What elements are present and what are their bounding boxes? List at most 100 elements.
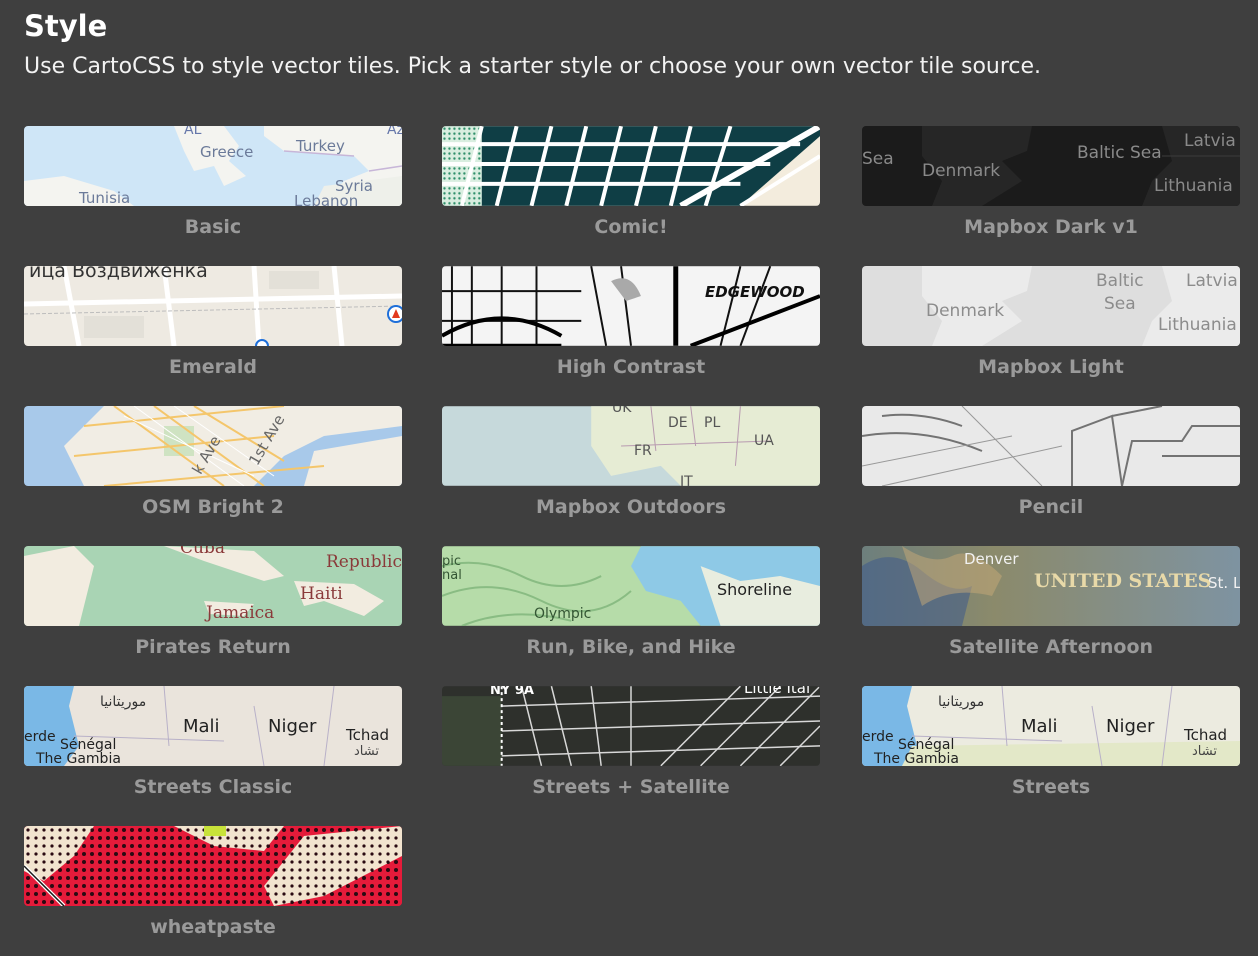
map-label: Greece — [200, 143, 254, 161]
map-label: Mali — [1021, 716, 1058, 737]
map-label: Az — [387, 126, 402, 138]
style-tile-streets-satellite[interactable]: NY 9A Little Ital Streets + Satellite — [442, 686, 820, 806]
style-thumbnail-comic[interactable] — [442, 126, 820, 206]
map-label: موريتانيا — [938, 694, 985, 710]
map-label: Lithuania — [1154, 176, 1233, 196]
style-thumbnail-satellite-afternoon[interactable]: Denver UNITED STATES St. Lo — [862, 546, 1240, 626]
style-tile-satellite-afternoon[interactable]: Denver UNITED STATES St. Lo Satellite Af… — [862, 546, 1240, 666]
map-label: Sea — [862, 149, 894, 169]
map-label: Lebanon — [294, 192, 359, 206]
style-tile-streets-classic[interactable]: موريتانيا Mali Niger Tchad تشاد erde Sén… — [24, 686, 402, 806]
style-tile-pirates-return[interactable]: Cuba Republic Haiti Jamaica Pirates Retu… — [24, 546, 402, 666]
map-label: NY 9A — [490, 686, 534, 698]
map-label: erde — [862, 729, 894, 745]
wheatpaste-map-preview — [24, 826, 402, 906]
map-label: Jamaica — [206, 603, 275, 623]
map-label: DE — [668, 415, 688, 431]
style-thumbnail-basic[interactable]: AL Greece Turkey Syria Tunisia Lebanon A… — [24, 126, 402, 206]
style-thumbnail-streets[interactable]: موريتانيا Mali Niger Tchad تشاد erde Sén… — [862, 686, 1240, 766]
map-label: IT — [680, 474, 693, 486]
map-label: Republic — [326, 552, 402, 572]
map-label: Tunisia — [79, 189, 131, 206]
map-label: UK — [612, 406, 632, 416]
style-thumbnail-wheatpaste[interactable] — [24, 826, 402, 906]
style-name: Run, Bike, and Hike — [526, 636, 736, 658]
style-thumbnail-streets-classic[interactable]: موريتانيا Mali Niger Tchad تشاد erde Sén… — [24, 686, 402, 766]
map-label: St. Lo — [1208, 574, 1240, 592]
map-label: Tchad — [346, 726, 390, 744]
map-label: EDGEWOOD — [705, 283, 805, 301]
style-tile-streets[interactable]: موريتانيا Mali Niger Tchad تشاد erde Sén… — [862, 686, 1240, 806]
style-tile-run-bike-hike[interactable]: Shoreline Olympic pic nal Run, Bike, and… — [442, 546, 820, 666]
style-tile-pencil[interactable]: Pencil — [862, 406, 1240, 526]
map-label: erde — [24, 729, 56, 745]
style-thumbnail-mapbox-dark-v1[interactable]: Sea Denmark Baltic Sea Latvia Lithuania — [862, 126, 1240, 206]
map-label: Niger — [1106, 716, 1155, 737]
style-name: Streets + Satellite — [532, 776, 730, 798]
map-label: AL — [184, 126, 202, 138]
style-tile-osm-bright-2[interactable]: 1st Ave k Ave OSM Bright 2 — [24, 406, 402, 526]
style-thumbnail-streets-satellite[interactable]: NY 9A Little Ital — [442, 686, 820, 766]
style-thumbnail-high-contrast[interactable]: EDGEWOOD — [442, 266, 820, 346]
style-name: Basic — [184, 216, 242, 238]
map-label: Shoreline — [717, 580, 793, 599]
style-name: Emerald — [169, 356, 257, 378]
style-name: Mapbox Dark v1 — [964, 216, 1138, 238]
map-label: Olympic — [534, 606, 592, 622]
map-label: Sea — [1104, 294, 1136, 314]
streets-satellite-map-preview — [442, 686, 820, 766]
style-tile-basic[interactable]: AL Greece Turkey Syria Tunisia Lebanon A… — [24, 126, 402, 246]
style-thumbnail-emerald[interactable]: ица Воздвиженка — [24, 266, 402, 346]
map-label: The Gambia — [36, 751, 121, 766]
map-label: تشاد — [1192, 744, 1217, 759]
map-label: تشاد — [354, 744, 379, 759]
style-thumbnail-pirates-return[interactable]: Cuba Republic Haiti Jamaica — [24, 546, 402, 626]
style-name: Mapbox Light — [978, 356, 1124, 378]
map-label: The Gambia — [874, 751, 959, 766]
style-thumbnail-mapbox-light[interactable]: Baltic Sea Latvia Denmark Lithuania — [862, 266, 1240, 346]
style-name: wheatpaste — [150, 916, 276, 938]
style-tile-high-contrast[interactable]: EDGEWOOD High Contrast — [442, 266, 820, 386]
map-label: FR — [634, 443, 652, 459]
style-name: Mapbox Outdoors — [536, 496, 726, 518]
map-label: Denmark — [926, 301, 1005, 321]
style-tile-mapbox-outdoors[interactable]: UK DE PL UA FR IT Mapbox Outdoors — [442, 406, 820, 526]
map-label: Latvia — [1184, 131, 1236, 151]
map-label: Little Ital — [744, 686, 811, 697]
page-subtitle: Use CartoCSS to style vector tiles. Pick… — [24, 54, 1042, 79]
map-label: Tchad — [1184, 726, 1228, 744]
style-tile-emerald[interactable]: ица Воздвиженка Emerald — [24, 266, 402, 386]
style-tile-mapbox-dark-v1[interactable]: Sea Denmark Baltic Sea Latvia Lithuania … — [862, 126, 1240, 246]
map-label: Baltic Sea — [1077, 143, 1162, 163]
map-label: UNITED STATES — [1034, 570, 1212, 592]
high-contrast-map-preview — [442, 266, 820, 346]
style-name: Streets Classic — [133, 776, 293, 798]
style-name: High Contrast — [556, 356, 706, 378]
map-label: nal — [442, 568, 462, 583]
map-label: Cuba — [180, 546, 225, 558]
map-label: Denver — [964, 550, 1019, 568]
style-name: Pirates Return — [135, 636, 291, 658]
map-label: ица Воздвиженка — [29, 266, 208, 282]
style-thumbnail-pencil[interactable] — [862, 406, 1240, 486]
style-header: Style Use CartoCSS to style vector tiles… — [24, 8, 1041, 82]
style-tile-wheatpaste[interactable]: wheatpaste — [24, 826, 402, 946]
map-label: Denmark — [922, 161, 1001, 181]
map-label: PL — [704, 415, 721, 431]
map-label: موريتانيا — [100, 694, 147, 710]
style-thumbnail-mapbox-outdoors[interactable]: UK DE PL UA FR IT — [442, 406, 820, 486]
map-label: Niger — [268, 716, 317, 737]
style-thumbnail-run-bike-hike[interactable]: Shoreline Olympic pic nal — [442, 546, 820, 626]
map-label: UA — [754, 433, 774, 449]
style-name: Satellite Afternoon — [948, 636, 1154, 658]
style-tile-mapbox-light[interactable]: Baltic Sea Latvia Denmark Lithuania Mapb… — [862, 266, 1240, 386]
map-label: pic — [442, 554, 462, 569]
map-label: Mali — [183, 716, 220, 737]
map-label: Lithuania — [1158, 315, 1237, 335]
style-name: Comic! — [594, 216, 668, 238]
style-thumbnail-osm-bright-2[interactable]: 1st Ave k Ave — [24, 406, 402, 486]
style-name: Streets — [1011, 776, 1091, 798]
map-label: Latvia — [1186, 271, 1238, 291]
style-name: OSM Bright 2 — [142, 496, 284, 518]
style-tile-comic[interactable]: Comic! — [442, 126, 820, 246]
